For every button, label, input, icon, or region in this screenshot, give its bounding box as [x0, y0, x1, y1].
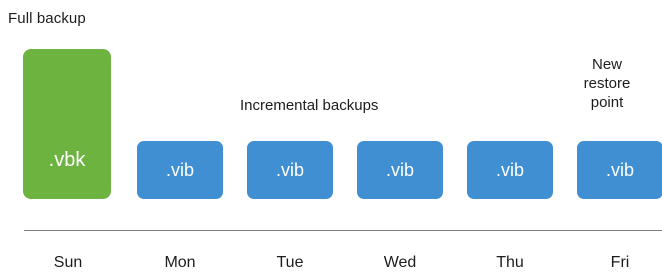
- full-backup-file: .vbk: [23, 49, 111, 199]
- incremental-backup-file-fri: .vib: [577, 141, 662, 199]
- incremental-backup-file-mon: .vib: [137, 141, 223, 199]
- incremental-file-extension: .vib: [605, 159, 634, 180]
- day-label-mon: Mon: [164, 254, 196, 271]
- incremental-file-extension: .vib: [275, 159, 304, 180]
- incremental-backup-file-wed: .vib: [357, 141, 443, 199]
- incremental-file-extension: .vib: [385, 159, 414, 180]
- full-backup-label: Full backup: [8, 10, 86, 27]
- day-label-tue: Tue: [276, 254, 304, 271]
- incremental-backups-label: Incremental backups: [240, 97, 379, 114]
- day-label-wed: Wed: [383, 254, 417, 271]
- day-label-fri: Fri: [610, 254, 630, 271]
- incremental-backup-file-thu: .vib: [467, 141, 553, 199]
- day-label-sun: Sun: [53, 254, 83, 271]
- new-restore-point-line-1: New: [591, 56, 622, 73]
- incremental-file-extension: .vib: [495, 159, 524, 180]
- new-restore-point-line-2: restore: [583, 75, 631, 92]
- backup-chain-diagram: Full backup .vbk Incremental backups New…: [0, 0, 662, 275]
- new-restore-point-label: New restore point: [567, 55, 647, 112]
- incremental-file-extension: .vib: [165, 159, 194, 180]
- timeline-divider: [24, 230, 662, 231]
- incremental-backup-file-tue: .vib: [247, 141, 333, 199]
- full-backup-extension: .vbk: [48, 148, 86, 171]
- new-restore-point-line-3: point: [590, 94, 624, 111]
- day-label-thu: Thu: [496, 254, 524, 271]
